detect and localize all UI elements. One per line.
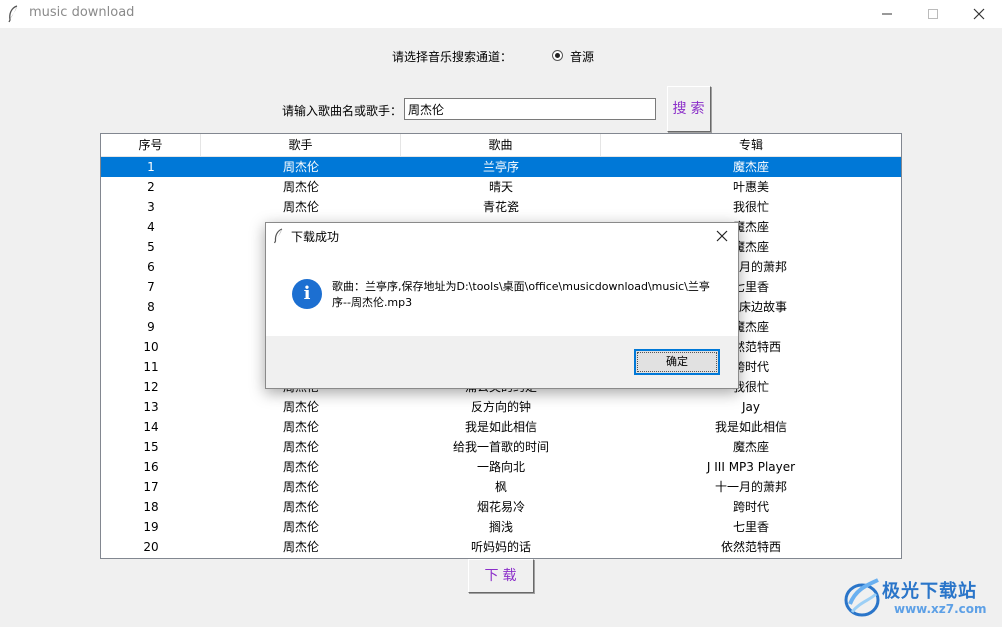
column-header-index[interactable]: 序号 (101, 134, 201, 156)
close-button[interactable] (956, 0, 1002, 28)
cell-index: 13 (143, 400, 159, 414)
cell-index: 5 (147, 240, 155, 254)
cell-album: J III MP3 Player (706, 460, 796, 474)
cell-album: 叶惠美 (732, 180, 769, 194)
table-row[interactable]: 17 周杰伦 枫 十一月的萧邦 (101, 477, 901, 497)
cell-album: 依然范特西 (720, 540, 781, 554)
cell-album: Jay (742, 400, 760, 414)
cell-artist: 周杰伦 (282, 480, 319, 494)
cell-artist: 周杰伦 (282, 180, 319, 194)
minimize-button[interactable] (864, 0, 910, 28)
dialog-title: 下载成功 (291, 230, 340, 244)
close-icon[interactable] (714, 228, 730, 244)
cell-album: 魔杰座 (732, 160, 769, 174)
cell-album: 我是如此相信 (714, 420, 787, 434)
cell-album: 跨时代 (732, 500, 769, 514)
cell-song: 给我一首歌的时间 (452, 440, 549, 454)
watermark-brand: 极光下载站 (882, 581, 977, 602)
table-row[interactable]: 18 周杰伦 烟花易冷 跨时代 (101, 497, 901, 517)
download-success-dialog: 下载成功 i 歌曲：兰亭序,保存地址为D:\tools\桌面\office\mu… (265, 222, 739, 389)
table-row[interactable]: 15 周杰伦 给我一首歌的时间 魔杰座 (101, 437, 901, 457)
table-row[interactable]: 13 周杰伦 反方向的钟 Jay (101, 397, 901, 417)
cell-index: 10 (143, 340, 159, 354)
cell-artist: 周杰伦 (282, 200, 319, 214)
cell-index: 17 (143, 480, 159, 494)
cell-index: 3 (147, 200, 155, 214)
search-label: 请输入歌曲名或歌手： (282, 104, 403, 118)
cell-index: 18 (143, 500, 159, 514)
cell-index: 12 (143, 380, 159, 394)
window-title: music download (29, 5, 135, 20)
cell-index: 4 (147, 220, 155, 234)
cell-index: 7 (147, 280, 155, 294)
cell-index: 1 (147, 160, 155, 174)
table-row[interactable]: 16 周杰伦 一路向北 J III MP3 Player (101, 457, 901, 477)
cell-album: 七里香 (732, 520, 769, 534)
search-input[interactable] (404, 98, 656, 120)
cell-index: 6 (147, 260, 155, 274)
cell-artist: 周杰伦 (282, 460, 319, 474)
source-radio-label[interactable]: 音源 (570, 48, 594, 65)
cell-album: 十一月的萧邦 (714, 480, 787, 494)
cell-song: 晴天 (488, 180, 513, 194)
cell-album: 我很忙 (732, 200, 769, 214)
watermark-url: www.xz7.com (894, 602, 987, 616)
cell-index: 20 (143, 540, 159, 554)
table-row[interactable]: 2 周杰伦 晴天 叶惠美 (101, 177, 901, 197)
cell-song: 反方向的钟 (470, 400, 531, 414)
maximize-button[interactable] (910, 0, 956, 28)
feather-icon (8, 5, 18, 23)
close-icon (973, 8, 985, 20)
cell-song: 青花瓷 (482, 200, 519, 214)
dialog-footer: 确定 (266, 336, 738, 388)
cell-song: 搁浅 (488, 520, 513, 534)
cell-artist: 周杰伦 (282, 440, 319, 454)
site-watermark: 极光下载站 www.xz7.com (840, 572, 998, 624)
cell-song: 一路向北 (476, 460, 525, 474)
source-radio[interactable] (552, 50, 563, 61)
column-header-album[interactable]: 专辑 (601, 134, 901, 156)
feather-icon (273, 228, 283, 244)
maximize-icon (928, 9, 938, 19)
dialog-title-bar: 下载成功 (266, 223, 738, 249)
ok-button[interactable]: 确定 (634, 349, 720, 375)
cell-index: 15 (143, 440, 159, 454)
table-row[interactable]: 3 周杰伦 青花瓷 我很忙 (101, 197, 901, 217)
title-bar: music download (0, 0, 1002, 28)
cell-song: 兰亭序 (482, 160, 519, 174)
info-icon: i (292, 279, 322, 309)
channel-label: 请选择音乐搜索通道： (392, 50, 513, 64)
app-window: music download 请选择音乐搜索通道： 音源 请输入歌曲名或歌手： … (0, 0, 1002, 627)
search-button[interactable]: 搜索 (667, 86, 711, 132)
aurora-logo-icon (844, 578, 880, 617)
cell-album: 魔杰座 (732, 440, 769, 454)
table-row[interactable]: 20 周杰伦 听妈妈的话 依然范特西 (101, 537, 901, 557)
cell-index: 16 (143, 460, 159, 474)
table-row[interactable]: 14 周杰伦 我是如此相信 我是如此相信 (101, 417, 901, 437)
cell-index: 11 (143, 360, 159, 374)
cell-index: 8 (147, 300, 155, 314)
table-row[interactable]: 1 周杰伦 兰亭序 魔杰座 (101, 157, 901, 177)
table-row[interactable]: 19 周杰伦 搁浅 七里香 (101, 517, 901, 537)
download-button[interactable]: 下载 (468, 559, 534, 593)
cell-song: 听妈妈的话 (470, 540, 531, 554)
cell-index: 19 (143, 520, 159, 534)
column-header-artist[interactable]: 歌手 (201, 134, 401, 156)
cell-artist: 周杰伦 (282, 540, 319, 554)
cell-index: 2 (147, 180, 155, 194)
cell-song: 枫 (494, 480, 507, 494)
cell-index: 9 (147, 320, 155, 334)
cell-artist: 周杰伦 (282, 500, 319, 514)
dialog-message: 歌曲：兰亭序,保存地址为D:\tools\桌面\office\musicdown… (332, 280, 710, 309)
table-header: 序号 歌手 歌曲 专辑 (101, 134, 901, 157)
minimize-icon (882, 13, 892, 15)
cell-artist: 周杰伦 (282, 160, 319, 174)
cell-song: 我是如此相信 (464, 420, 537, 434)
cell-artist: 周杰伦 (282, 520, 319, 534)
column-header-song[interactable]: 歌曲 (401, 134, 601, 156)
cell-song: 烟花易冷 (476, 500, 525, 514)
cell-artist: 周杰伦 (282, 420, 319, 434)
cell-index: 14 (143, 420, 159, 434)
cell-artist: 周杰伦 (282, 400, 319, 414)
